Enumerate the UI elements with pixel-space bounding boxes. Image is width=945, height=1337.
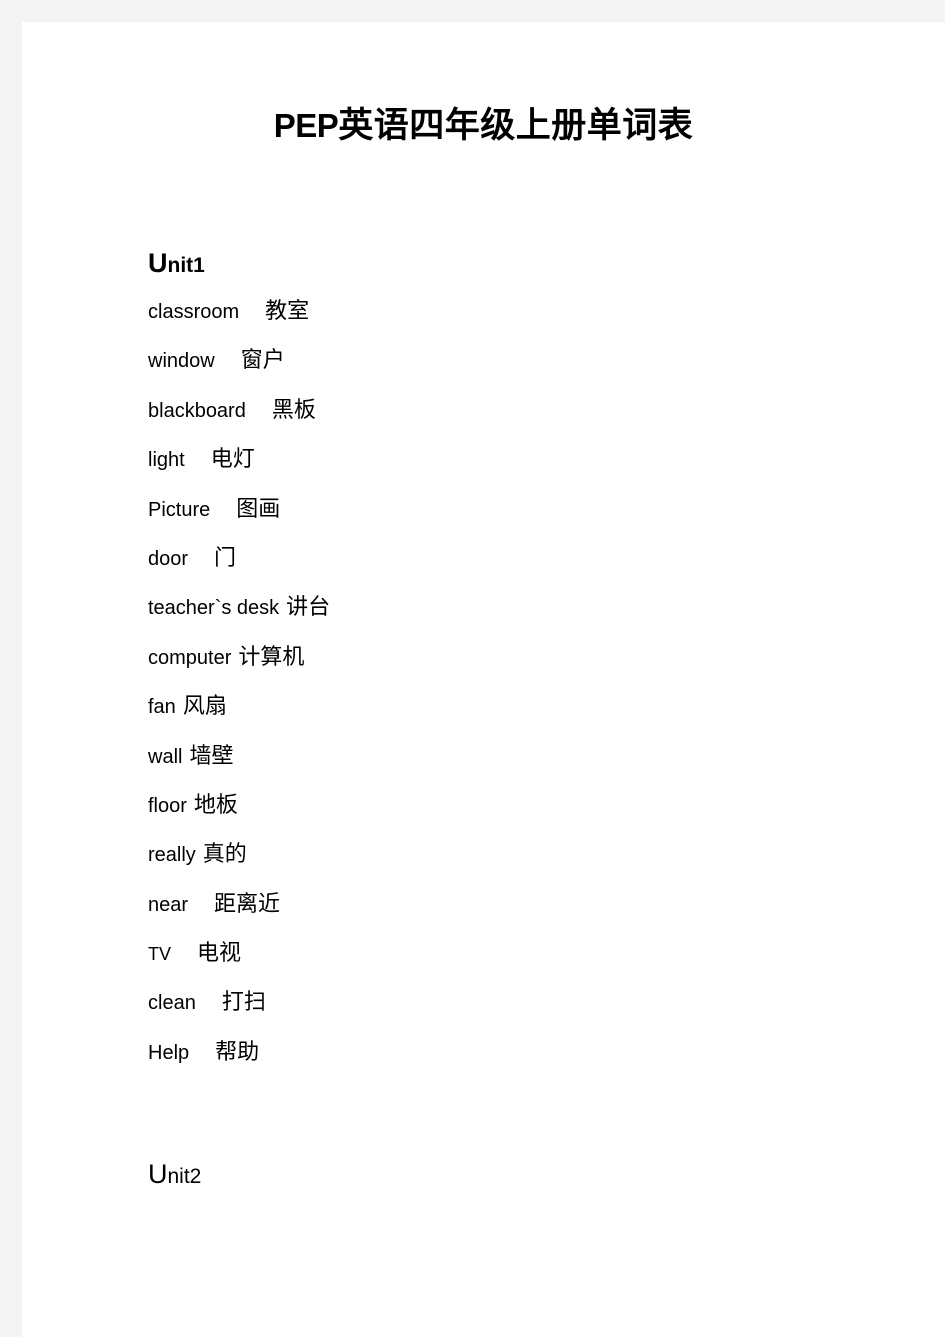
word-english: blackboard: [148, 399, 246, 422]
word-entry: really 真的: [148, 830, 908, 879]
word-english: teacher`s desk: [148, 597, 280, 620]
page-title-latin: PEP: [273, 107, 339, 144]
word-entry: clean 打扫: [148, 978, 908, 1027]
unit2-label: nit2: [167, 1165, 202, 1188]
page-content-area: PEP英语四年级上册单词表 Unit1 classroom 教室 window 窗户…: [22, 22, 945, 1337]
word-chinese: 门: [214, 545, 237, 571]
word-chinese: 地板: [193, 792, 238, 818]
page-title: PEP英语四年级上册单词表: [22, 97, 945, 148]
word-english: wall: [148, 745, 183, 768]
page-title-cjk: 英语四年级上册单词表: [338, 105, 694, 146]
word-chinese: 风扇: [182, 694, 227, 720]
word-chinese: 帮助: [215, 1039, 260, 1065]
word-entry: fan 风扇: [148, 682, 908, 731]
word-chinese: 黑板: [271, 397, 316, 423]
unit2-initial: U: [148, 1159, 168, 1189]
word-entry: Picture 图画: [148, 485, 908, 534]
word-english: Help: [148, 1041, 190, 1064]
word-entry: near 距离近: [148, 880, 908, 929]
word-chinese: 教室: [265, 299, 310, 324]
word-english: fan: [148, 696, 176, 719]
word-list-unit1: classroom 教室 window 窗户 blackboard 黑板 light 电…: [148, 287, 908, 1077]
word-english: really: [148, 844, 196, 867]
unit1-label: nit1: [167, 254, 205, 277]
word-chinese: 讲台: [286, 595, 331, 621]
word-chinese: 距离近: [214, 891, 281, 917]
word-english: light: [148, 449, 185, 472]
word-entry: wall 墙壁: [148, 732, 908, 781]
word-chinese: 窗户: [240, 348, 285, 374]
word-english: clean: [148, 992, 196, 1015]
word-entry: blackboard 黑板: [148, 386, 908, 435]
word-english: Picture: [148, 498, 211, 521]
unit-heading-unit2: Unit2: [148, 1159, 201, 1190]
word-english: near: [148, 893, 189, 916]
word-chinese: 打扫: [221, 990, 266, 1016]
word-english: computer: [148, 646, 232, 669]
word-english: window: [148, 350, 215, 373]
word-entry: computer 计算机: [148, 633, 908, 682]
word-chinese: 真的: [202, 842, 247, 868]
word-english: classroom: [148, 301, 240, 323]
word-chinese: 电视: [197, 941, 242, 967]
word-entry: TV 电视: [148, 929, 908, 978]
unit1-initial: U: [148, 248, 168, 278]
document-page: PEP英语四年级上册单词表 Unit1 classroom 教室 window 窗户…: [22, 22, 945, 1337]
word-entry: Help 帮助: [148, 1028, 908, 1077]
word-english: door: [148, 547, 189, 570]
word-entry: floor 地板: [148, 781, 908, 830]
word-chinese: 电灯: [210, 447, 255, 473]
word-entry: classroom 教室: [148, 287, 908, 336]
unit-heading-unit1: Unit1: [148, 248, 205, 279]
word-chinese: 图画: [236, 496, 281, 522]
word-entry: window 窗户: [148, 336, 908, 385]
word-chinese: 计算机: [238, 644, 305, 670]
word-entry: door 门: [148, 534, 908, 583]
word-english: floor: [148, 794, 187, 817]
word-entry: teacher`s desk 讲台: [148, 583, 908, 632]
word-entry: light 电灯: [148, 435, 908, 484]
word-english: TV: [148, 944, 172, 965]
word-chinese: 墙壁: [189, 743, 234, 769]
